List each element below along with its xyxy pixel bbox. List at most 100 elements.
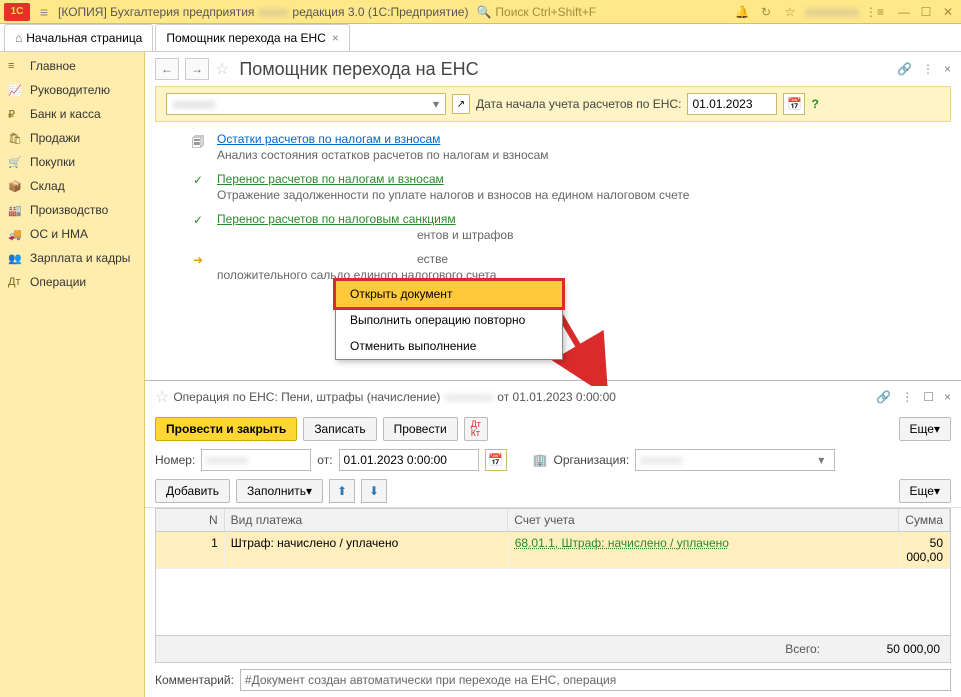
grid: N Вид платежа Счет учета Сумма 1 Штраф: … [155,508,951,636]
dtkt-button[interactable]: ДтКт [464,417,488,441]
check-icon: ✓ [189,173,207,187]
comment-input[interactable]: #Документ создан автоматически при перех… [240,669,951,691]
people-icon: 👥 [8,252,26,265]
bell-icon[interactable]: 🔔 [733,5,751,19]
global-search[interactable]: 🔍 Поиск Ctrl+Shift+F [476,5,596,19]
post-button[interactable]: Провести [383,417,458,441]
check-icon: ✓ [189,213,207,227]
minimize-icon[interactable]: — [895,5,913,19]
link-icon[interactable]: 🔗 [897,62,912,76]
help-icon[interactable]: ? [811,97,818,111]
doc-icon: 🗐 [189,133,207,154]
chevron-down-icon[interactable]: ▾ [427,97,445,111]
step-1: 🗐 Остатки расчетов по налогам и взносам … [189,132,941,162]
grid-body-empty[interactable] [156,569,950,635]
back-button[interactable]: ← [155,58,179,80]
app-title: [КОПИЯ] Бухгалтерия предприятия [58,5,254,19]
doc-more-icon[interactable]: ⋮ [901,390,913,404]
org-input[interactable]: xxxxxxx▾ [166,93,446,115]
sidebar-item-main[interactable]: ≡Главное [0,54,144,78]
post-and-close-button[interactable]: Провести и закрыть [155,417,297,441]
org-doc-input[interactable]: xxxxxxx▾ [635,449,835,471]
doc-toolbar: Провести и закрыть Записать Провести ДтК… [145,413,961,445]
table-row[interactable]: 1 Штраф: начислено / уплачено 68.01.1, Ш… [156,532,950,569]
sidebar-item-assets[interactable]: 🚚ОС и НМА [0,222,144,246]
total-label: Всего: [785,642,820,656]
search-placeholder: Поиск Ctrl+Shift+F [495,5,596,19]
more-button-2[interactable]: Еще ▾ [899,479,951,503]
col-type[interactable]: Вид платежа [225,509,509,531]
box-icon: 📦 [8,180,26,193]
step-4-desc: естве [417,252,941,266]
doc-header: ☆ Операция по ЕНС: Пени, штрафы (начисле… [145,381,961,413]
col-account[interactable]: Счет учета [508,509,899,531]
tab-home[interactable]: ⌂ Начальная страница [4,24,153,51]
doc-close-icon[interactable]: × [944,390,951,404]
col-sum[interactable]: Сумма [899,509,950,531]
doc-window-icon[interactable]: ☐ [923,390,934,404]
main-menu-icon[interactable]: ≡ [34,4,54,20]
step-1-link[interactable]: Остатки расчетов по налогам и взносам [217,132,440,146]
number-input[interactable]: xxxxxxx [201,449,311,471]
star-icon[interactable]: ☆ [781,5,799,19]
window-controls: — ☐ ✕ [895,5,957,19]
move-up-button[interactable]: ⬆ [329,479,355,503]
col-n[interactable]: N [156,509,225,531]
tab-home-label: Начальная страница [26,31,142,45]
doc-favorite-icon[interactable]: ☆ [155,387,169,407]
context-menu-repeat[interactable]: Выполнить операцию повторно [336,307,562,333]
sidebar-item-warehouse[interactable]: 📦Склад [0,174,144,198]
context-menu-cancel[interactable]: Отменить выполнение [336,333,562,359]
step-2: ✓ Перенос расчетов по налогам и взносам … [189,172,941,202]
sidebar-item-operations[interactable]: ДтОперации [0,270,144,294]
step-2-link[interactable]: Перенос расчетов по налогам и взносам [217,172,444,186]
tab-assistant-label: Помощник перехода на ЕНС [166,31,326,45]
search-icon: 🔍 [476,5,491,19]
open-org-button[interactable]: ↗ [452,94,470,114]
more-icon[interactable]: ⋮ [922,62,934,76]
chevron-down-icon[interactable]: ▾ [812,453,830,467]
total-value: 50 000,00 [840,642,940,656]
add-button[interactable]: Добавить [155,479,230,503]
calendar-icon[interactable]: 📅 [783,93,805,115]
cell-n: 1 [156,532,225,568]
account-link[interactable]: 68.01.1, Штраф: начислено / уплачено [515,536,729,550]
maximize-icon[interactable]: ☐ [917,5,935,19]
user-blurred: xxxxxxxxx [805,5,859,19]
fill-button[interactable]: Заполнить ▾ [236,479,323,503]
favorite-icon[interactable]: ☆ [215,59,229,79]
sidebar-item-purchases[interactable]: 🛒Покупки [0,150,144,174]
context-menu: Открыть документ Выполнить операцию повт… [335,280,563,360]
step-3: ✓ Перенос расчетов по налоговым санкциям… [189,212,941,242]
date-input[interactable]: 01.01.2023 0:00:00 [339,449,479,471]
sidebar-item-salary[interactable]: 👥Зарплата и кадры [0,246,144,270]
step-3-link[interactable]: Перенос расчетов по налоговым санкциям [217,212,456,226]
close-icon[interactable]: ✕ [939,5,957,19]
date-start-input[interactable]: 01.01.2023 [687,93,777,115]
tab-assistant[interactable]: Помощник перехода на ЕНС × [155,24,350,51]
close-form-icon[interactable]: × [944,62,951,76]
forward-button[interactable]: → [185,58,209,80]
home-icon: ⌂ [15,31,22,45]
chat-icon[interactable]: ⋮≡ [865,5,883,19]
from-label: от: [317,453,332,467]
context-menu-open-doc[interactable]: Открыть документ [333,278,565,310]
app-title-suffix: редакция 3.0 (1С:Предприятие) [292,5,468,19]
move-down-button[interactable]: ⬇ [361,479,387,503]
write-button[interactable]: Записать [303,417,376,441]
sidebar-item-bank[interactable]: ₽Банк и касса [0,102,144,126]
sidebar-item-sales[interactable]: 🛍Продажи [0,126,144,150]
doc-link-icon[interactable]: 🔗 [876,390,891,404]
more-button-1[interactable]: Еще ▾ [899,417,951,441]
sidebar-item-production[interactable]: 🏭Производство [0,198,144,222]
history-icon[interactable]: ↻ [757,5,775,19]
titlebar: 1C ≡ [КОПИЯ] Бухгалтерия предприятия xxx… [0,0,961,24]
tab-close-icon[interactable]: × [332,31,339,45]
content-area: ← → ☆ Помощник перехода на ЕНС 🔗 ⋮ × xxx… [145,52,961,697]
dtkt-icon: Дт [8,276,26,288]
step-4-desc2: положительного сальдо единого налогового… [217,268,941,282]
doc-fields: Номер: xxxxxxx от: 01.01.2023 0:00:00 📅 … [145,445,961,475]
step-3-desc: ентов и штрафов [417,228,941,242]
sidebar-item-manager[interactable]: 📈Руководителю [0,78,144,102]
date-cal-icon[interactable]: 📅 [485,449,507,471]
